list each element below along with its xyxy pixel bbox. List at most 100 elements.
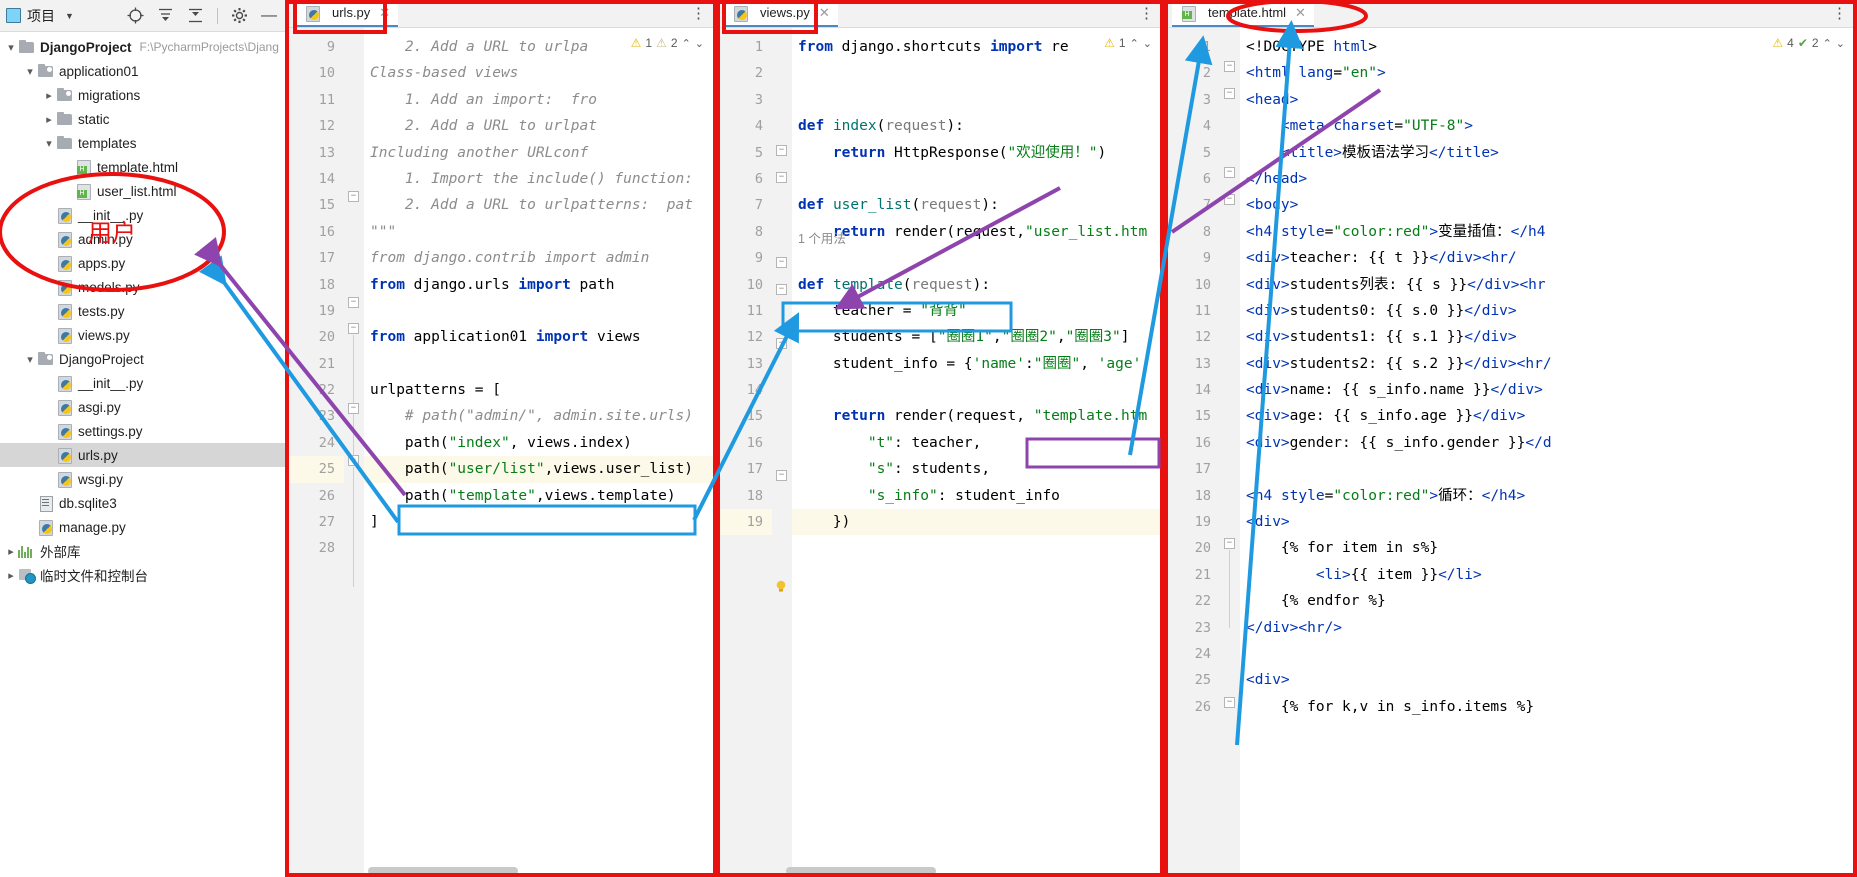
code-line[interactable]: "s": students, bbox=[792, 456, 1164, 482]
code-line[interactable] bbox=[1240, 456, 1857, 482]
code-line[interactable]: {% for k,v in s_info.items %} bbox=[1240, 694, 1857, 720]
code-line[interactable]: path("index", views.index) bbox=[364, 430, 716, 456]
chevron-right-icon[interactable] bbox=[4, 569, 18, 582]
fold-marker[interactable]: − bbox=[776, 257, 787, 268]
code-content[interactable]: 1 个用法 from django.shortcuts import re def… bbox=[792, 28, 1164, 877]
code-line[interactable] bbox=[792, 166, 1164, 192]
code-line[interactable]: students = ["圈圈1","圈圈2","圈圈3"] bbox=[792, 324, 1164, 350]
code-line[interactable]: <div>students列表: {{ s }}</div><hr bbox=[1240, 272, 1857, 298]
intention-bulb-icon[interactable] bbox=[774, 578, 788, 592]
tab-views-py[interactable]: views.py ✕ bbox=[724, 0, 838, 27]
fold-marker[interactable]: − bbox=[776, 172, 787, 183]
code-content[interactable]: 2. Add a URL to urlpa Class-based views 1… bbox=[364, 28, 716, 877]
tab-template-html[interactable]: template.html ✕ bbox=[1172, 0, 1314, 27]
code-line[interactable] bbox=[1240, 641, 1857, 667]
code-line[interactable]: <li>{{ item }}</li> bbox=[1240, 562, 1857, 588]
fold-gutter[interactable]: − − − − − bbox=[344, 28, 364, 877]
fold-marker[interactable]: − bbox=[776, 145, 787, 156]
code-line[interactable]: <h4 style="color:red">变量插值：</h4 bbox=[1240, 219, 1857, 245]
fold-marker[interactable]: − bbox=[776, 470, 787, 481]
code-line[interactable]: return render(request, "template.htm bbox=[792, 403, 1164, 429]
tree-item[interactable]: tests.py bbox=[0, 299, 287, 323]
chevron-right-icon[interactable] bbox=[42, 89, 56, 102]
horizontal-scrollbar[interactable] bbox=[786, 867, 936, 875]
code-line[interactable]: from django.urls import path bbox=[364, 272, 716, 298]
expand-all-icon[interactable] bbox=[187, 7, 204, 24]
chevron-down-icon[interactable] bbox=[4, 41, 18, 54]
code-line[interactable]: <div> bbox=[1240, 509, 1857, 535]
gear-icon[interactable] bbox=[231, 7, 248, 24]
code-line[interactable]: 1. Import the include() function: bbox=[364, 166, 716, 192]
fold-marker[interactable]: − bbox=[1224, 538, 1235, 549]
code-line[interactable]: # path("admin/", admin.site.urls) bbox=[364, 403, 716, 429]
chevron-down-icon[interactable]: ▼ bbox=[65, 11, 74, 21]
code-line[interactable]: <div>name: {{ s_info.name }}</div> bbox=[1240, 377, 1857, 403]
fold-marker[interactable]: − bbox=[1224, 61, 1235, 72]
fold-marker[interactable]: − bbox=[348, 455, 359, 466]
tree-item[interactable]: user_list.html bbox=[0, 179, 287, 203]
close-icon[interactable]: ✕ bbox=[819, 5, 830, 21]
prev-problem-icon[interactable]: ⌃ bbox=[1823, 37, 1832, 50]
code-line[interactable]: <div>gender: {{ s_info.gender }}</d bbox=[1240, 430, 1857, 456]
tree-item[interactable]: templates bbox=[0, 131, 287, 155]
fold-marker[interactable]: − bbox=[348, 403, 359, 414]
code-line[interactable]: {% endfor %} bbox=[1240, 588, 1857, 614]
minimize-icon[interactable]: — bbox=[261, 7, 277, 24]
tab-urls-py[interactable]: urls.py ✕ bbox=[296, 0, 399, 27]
code-line[interactable]: 2. Add a URL to urlpat bbox=[364, 113, 716, 139]
prev-problem-icon[interactable]: ⌃ bbox=[1130, 37, 1139, 50]
fold-gutter[interactable]: − − − − − − bbox=[1220, 28, 1240, 877]
fold-marker[interactable]: − bbox=[776, 338, 787, 349]
chevron-down-icon[interactable] bbox=[23, 353, 37, 366]
inspection-status-urls[interactable]: ⚠ 1 ⚠ 2 ⌃ ⌄ bbox=[631, 30, 710, 56]
fold-marker[interactable]: − bbox=[1224, 194, 1235, 205]
code-line[interactable]: Class-based views bbox=[364, 60, 716, 86]
code-line[interactable]: "t": teacher, bbox=[792, 430, 1164, 456]
code-line[interactable] bbox=[792, 60, 1164, 86]
tree-item[interactable]: application01 bbox=[0, 59, 287, 83]
tree-item[interactable]: DjangoProject F:\PycharmProjects\Djang bbox=[0, 35, 287, 59]
code-line[interactable]: 2. Add a URL to urlpatterns: pat bbox=[364, 192, 716, 218]
code-line[interactable]: def index(request): bbox=[792, 113, 1164, 139]
chevron-down-icon[interactable] bbox=[23, 65, 37, 78]
chevron-right-icon[interactable] bbox=[42, 113, 56, 126]
code-line[interactable]: <meta charset="UTF-8"> bbox=[1240, 113, 1857, 139]
code-line[interactable] bbox=[364, 351, 716, 377]
tree-item[interactable]: migrations bbox=[0, 83, 287, 107]
tree-item[interactable]: __init__.py bbox=[0, 371, 287, 395]
tree-item[interactable]: urls.py bbox=[0, 443, 287, 467]
code-line[interactable]: <!DOCTYPE html> bbox=[1240, 34, 1857, 60]
code-line[interactable]: path("user/list",views.user_list) bbox=[364, 456, 716, 483]
fold-marker[interactable]: − bbox=[776, 284, 787, 295]
tree-item[interactable]: db.sqlite3 bbox=[0, 491, 287, 515]
code-content[interactable]: <!DOCTYPE html> <html lang="en"> <head> <m… bbox=[1240, 28, 1857, 877]
tree-item[interactable]: views.py bbox=[0, 323, 287, 347]
inspection-status-views[interactable]: ⚠ 1 ⌃ ⌄ bbox=[1104, 30, 1158, 56]
fold-marker[interactable]: − bbox=[1224, 697, 1235, 708]
horizontal-scrollbar[interactable] bbox=[368, 867, 518, 875]
code-line[interactable]: <div>students0: {{ s.0 }}</div> bbox=[1240, 298, 1857, 324]
close-icon[interactable]: ✕ bbox=[1295, 5, 1306, 21]
tree-item[interactable]: manage.py bbox=[0, 515, 287, 539]
code-line[interactable]: <html lang="en"> bbox=[1240, 60, 1857, 86]
tree-item[interactable]: asgi.py bbox=[0, 395, 287, 419]
code-line[interactable] bbox=[792, 245, 1164, 271]
more-options-icon[interactable]: ⋮ bbox=[681, 0, 716, 27]
more-options-icon[interactable]: ⋮ bbox=[1129, 0, 1164, 27]
collapse-all-icon[interactable] bbox=[157, 7, 174, 24]
code-line[interactable]: teacher = "背背" bbox=[792, 298, 1164, 324]
inspection-status-template[interactable]: ⚠ 4 ✔ 2 ⌃ ⌄ bbox=[1772, 30, 1851, 56]
tree-item[interactable]: settings.py bbox=[0, 419, 287, 443]
code-line[interactable]: "s_info": student_info bbox=[792, 483, 1164, 509]
prev-problem-icon[interactable]: ⌃ bbox=[682, 37, 691, 50]
code-line[interactable]: <div> bbox=[1240, 667, 1857, 693]
code-line[interactable]: <title>模板语法学习</title> bbox=[1240, 140, 1857, 166]
code-line[interactable] bbox=[364, 298, 716, 324]
tree-item[interactable]: apps.py bbox=[0, 251, 287, 275]
code-editor-views[interactable]: 1 2 3 4 5 6 7 8 9 10 11 12 13 14 15 16 17 18 19 − − − − − … bbox=[716, 28, 1164, 877]
usage-hint[interactable]: 1 个用法 bbox=[798, 228, 846, 247]
fold-marker[interactable]: − bbox=[348, 323, 359, 334]
code-line[interactable]: path("template",views.template) bbox=[364, 483, 716, 509]
target-icon[interactable] bbox=[127, 7, 144, 24]
code-line[interactable]: ] bbox=[364, 509, 716, 535]
